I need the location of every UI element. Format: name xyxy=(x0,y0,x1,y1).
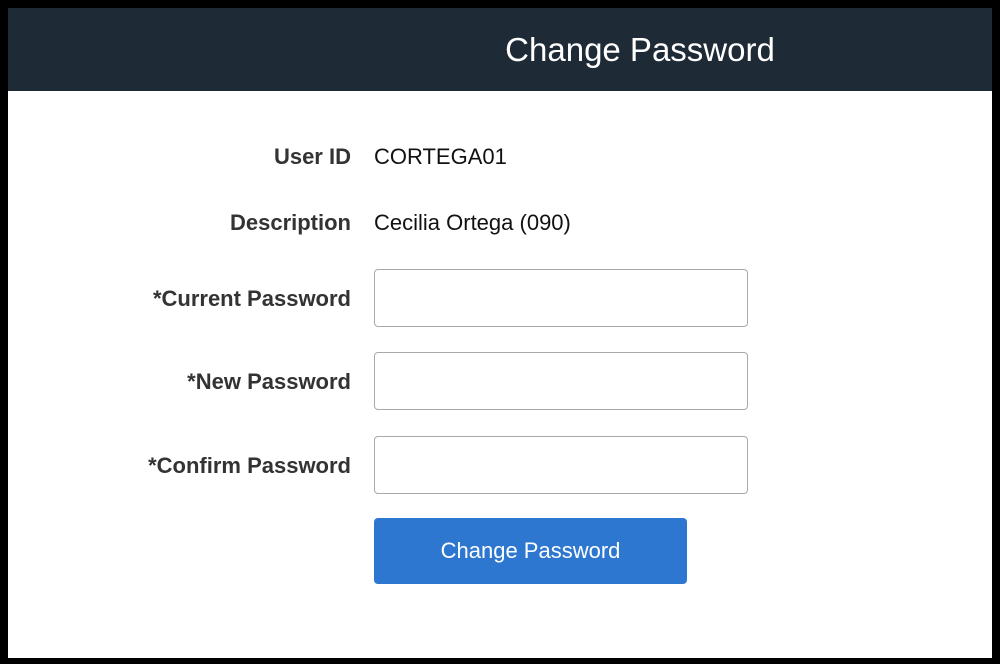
new-password-input[interactable] xyxy=(374,352,748,410)
confirm-password-label: *Confirm Password xyxy=(148,453,351,478)
description-value: Cecilia Ortega (090) xyxy=(374,210,571,235)
current-password-input[interactable] xyxy=(374,269,748,327)
change-password-panel: Change Password User ID CORTEGA01 Descri… xyxy=(0,0,1000,664)
page-header: Change Password xyxy=(8,8,992,91)
page-title: Change Password xyxy=(505,31,775,68)
confirm-password-input[interactable] xyxy=(374,436,748,494)
description-label: Description xyxy=(229,210,351,235)
user-id-label: User ID xyxy=(273,144,351,169)
change-password-button[interactable]: Change Password xyxy=(374,518,687,584)
user-id-value: CORTEGA01 xyxy=(374,144,507,169)
current-password-label: *Current Password xyxy=(152,286,351,311)
new-password-label: *New Password xyxy=(187,369,351,394)
